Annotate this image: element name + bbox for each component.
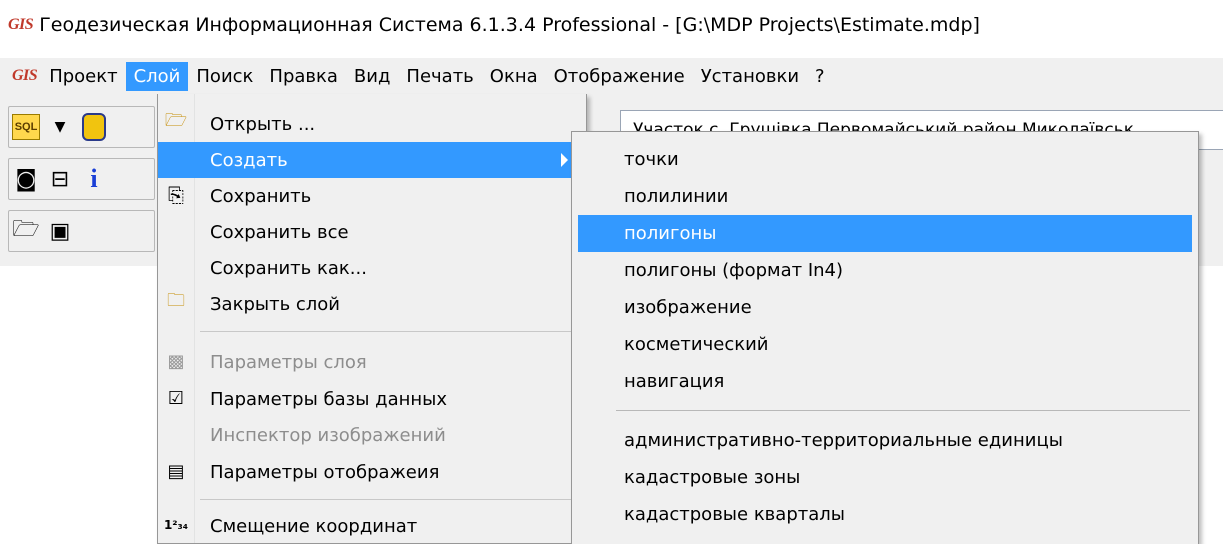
- submenu-item-label: точки: [624, 149, 679, 170]
- app-logo-icon: GIS: [8, 16, 34, 33]
- menu-item-coordinate-shift[interactable]: 1²₃₄ Смещение координат: [158, 508, 586, 544]
- menu-item-label: Закрыть слой: [210, 293, 341, 315]
- menu-logo-icon[interactable]: GIS: [12, 67, 38, 85]
- menu-item-layer-params[interactable]: ▩ Параметры слоя: [158, 344, 586, 380]
- menu-item-label: Создать: [210, 149, 288, 171]
- submenu-arrow-icon: [561, 153, 568, 167]
- layer-menu: 🗁 Открыть ... Создать ⎘ Сохранить Сохран…: [157, 94, 587, 544]
- menu-windows[interactable]: Окна: [482, 62, 546, 91]
- submenu-item-label: навигация: [624, 371, 725, 392]
- database-icon: [82, 113, 106, 141]
- info-tool-button[interactable]: i: [77, 162, 111, 196]
- submenu-item-admin-units[interactable]: административно-территориальные единицы: [578, 422, 1192, 459]
- open-file-button[interactable]: 🗁: [9, 214, 43, 248]
- menu-display[interactable]: Отображение: [546, 62, 693, 91]
- menu-item-label: Сохранить все: [210, 221, 349, 243]
- title-bar: GIS Геодезическая Информационная Система…: [0, 0, 1223, 50]
- menu-item-open[interactable]: 🗁 Открыть ...: [158, 106, 586, 142]
- submenu-item-cadastral-quarters[interactable]: кадастровые кварталы: [578, 496, 1192, 533]
- chevron-down-icon: ▼: [54, 119, 66, 135]
- menu-item-image-inspector[interactable]: Инспектор изображений: [158, 417, 586, 453]
- sql-query-button[interactable]: SQL: [9, 110, 43, 144]
- open-folder-icon: 🗁: [164, 110, 188, 131]
- submenu-item-label: полилинии: [624, 186, 729, 207]
- menu-view[interactable]: Вид: [346, 62, 399, 91]
- submenu-item-points[interactable]: точки: [578, 141, 1192, 178]
- submenu-item-label: изображение: [624, 297, 752, 318]
- open-folder-icon: 🗁: [12, 217, 40, 242]
- menu-item-label: Сохранить: [210, 185, 312, 207]
- menu-separator: [200, 499, 582, 500]
- save-file-button[interactable]: ▣: [43, 214, 77, 248]
- menu-item-label: Сохранить как...: [210, 257, 367, 279]
- menu-item-create[interactable]: Создать: [158, 142, 586, 178]
- create-submenu: точки полилинии полигоны полигоны (форма…: [571, 131, 1199, 544]
- menu-project[interactable]: Проект: [41, 62, 125, 91]
- menu-item-save[interactable]: ⎘ Сохранить: [158, 178, 586, 214]
- submenu-item-image[interactable]: изображение: [578, 289, 1192, 326]
- submenu-item-label: косметический: [624, 334, 769, 355]
- close-folder-icon: 🗀: [167, 290, 185, 311]
- zoom-tool-button[interactable]: ◙: [9, 162, 43, 196]
- menu-edit[interactable]: Правка: [261, 62, 346, 91]
- submenu-item-polygons-in4[interactable]: полигоны (формат In4): [578, 252, 1192, 289]
- submenu-item-cadastral-zones[interactable]: кадастровые зоны: [578, 459, 1192, 496]
- menu-item-close-layer[interactable]: 🗀 Закрыть слой: [158, 286, 586, 322]
- measure-icon: ⊟: [50, 166, 70, 192]
- database-button[interactable]: [77, 110, 111, 144]
- toolbar-row-3: 🗁 ▣: [8, 210, 155, 252]
- layer-params-icon: ▩: [167, 350, 185, 372]
- toolbar-row-2: ◙ ⊟ i: [8, 158, 155, 200]
- submenu-item-label: административно-территориальные единицы: [624, 430, 1063, 451]
- menu-item-display-params[interactable]: ▤ Параметры отображеия: [158, 454, 586, 490]
- submenu-item-navigation[interactable]: навигация: [578, 363, 1192, 400]
- menu-item-label: Открыть ...: [210, 113, 316, 135]
- menu-separator: [200, 331, 582, 332]
- submenu-item-polygons[interactable]: полигоны: [578, 215, 1192, 252]
- zoom-icon: ◙: [15, 166, 37, 192]
- toolbar-row-1: SQL ▼: [8, 106, 155, 148]
- sql-icon: SQL: [12, 114, 40, 140]
- menu-settings[interactable]: Установки: [693, 62, 807, 91]
- menu-item-db-params[interactable]: ☑ Параметры базы данных: [158, 381, 586, 417]
- database-icon: ☑: [167, 387, 185, 409]
- menu-print[interactable]: Печать: [398, 62, 481, 91]
- submenu-item-label: полигоны (формат In4): [624, 260, 844, 281]
- menu-item-label: Смещение координат: [210, 515, 418, 537]
- submenu-separator: [616, 410, 1190, 411]
- document-icon: ▤: [167, 460, 185, 482]
- window-title: Геодезическая Информационная Система 6.1…: [39, 14, 980, 36]
- menu-search[interactable]: Поиск: [188, 62, 261, 91]
- measure-tool-button[interactable]: ⊟: [43, 162, 77, 196]
- menu-item-save-all[interactable]: Сохранить все: [158, 214, 586, 250]
- coordinate-shift-icon: 1²₃₄: [163, 518, 189, 532]
- dropdown-arrow-button[interactable]: ▼: [43, 110, 77, 144]
- submenu-item-polylines[interactable]: полилинии: [578, 178, 1192, 215]
- save-icon: ⎘: [168, 183, 184, 207]
- menu-help[interactable]: ?: [807, 62, 833, 91]
- menu-item-label: Параметры отображеия: [210, 461, 440, 483]
- floppy-icon: ▣: [49, 218, 71, 244]
- menu-item-label: Инспектор изображений: [210, 424, 446, 446]
- info-icon: i: [90, 164, 98, 193]
- menu-item-label: Параметры базы данных: [210, 388, 448, 410]
- menu-item-save-as[interactable]: Сохранить как...: [158, 250, 586, 286]
- submenu-item-label: полигоны: [624, 223, 717, 244]
- menu-item-label: Параметры слоя: [210, 351, 367, 373]
- menu-bar: GIS Проект Слой Поиск Правка Вид Печать …: [0, 58, 1223, 95]
- submenu-item-label: кадастровые зоны: [624, 467, 801, 488]
- menu-layer[interactable]: Слой: [125, 61, 189, 91]
- submenu-item-label: кадастровые кварталы: [624, 504, 845, 525]
- submenu-item-cosmetic[interactable]: косметический: [578, 326, 1192, 363]
